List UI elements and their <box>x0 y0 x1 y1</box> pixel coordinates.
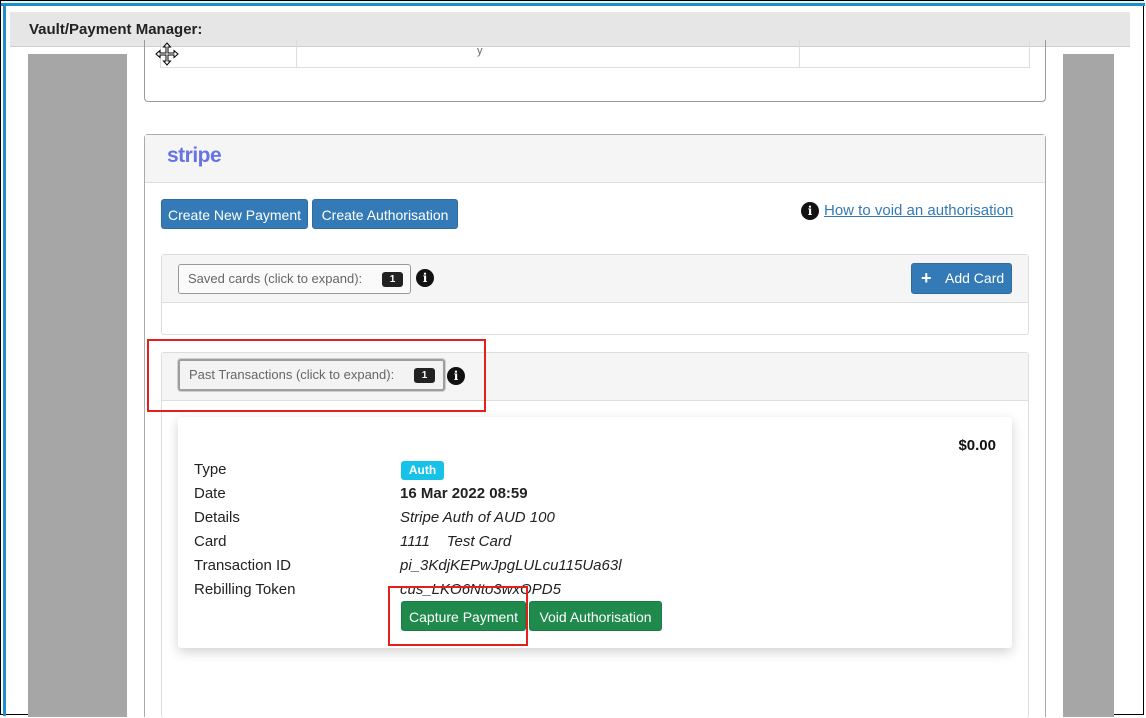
how-to-void-link[interactable]: How to void an authorisation <box>824 202 1013 219</box>
truncated-text: y <box>477 45 483 57</box>
saved-cards-header: Saved cards (click to expand): 1 i + Add… <box>162 255 1028 303</box>
past-transactions-count-badge: 1 <box>414 368 435 383</box>
transaction-id-label: Transaction ID <box>194 557 291 574</box>
create-authorisation-button[interactable]: Create Authorisation <box>312 199 458 229</box>
past-transactions-label: Past Transactions (click to expand): <box>189 367 395 382</box>
table-cell <box>296 40 800 67</box>
dialog-title: Vault/Payment Manager: <box>29 21 203 38</box>
past-transactions-panel: Past Transactions (click to expand): 1 i… <box>161 352 1029 718</box>
card-value: 1111 Test Card <box>400 533 512 550</box>
transaction-card: $0.00 Type Auth Date 16 Mar 2022 08:59 D… <box>178 417 1012 648</box>
card-label: Card <box>194 533 227 550</box>
capture-payment-button[interactable]: Capture Payment <box>401 601 526 631</box>
add-card-button[interactable]: + Add Card <box>911 263 1012 294</box>
move-cursor-icon <box>155 42 179 66</box>
details-value: Stripe Auth of AUD 100 <box>400 509 555 526</box>
saved-cards-count-badge: 1 <box>382 272 403 287</box>
saved-cards-label: Saved cards (click to expand): <box>188 271 363 286</box>
type-label: Type <box>194 461 227 478</box>
window-left-accent <box>3 6 6 716</box>
date-label: Date <box>194 485 226 502</box>
stripe-logo: stripe <box>167 144 222 167</box>
plus-icon: + <box>921 268 932 288</box>
past-transactions-header: Past Transactions (click to expand): 1 i <box>162 353 1028 401</box>
rebilling-token-label: Rebilling Token <box>194 581 296 598</box>
saved-cards-panel: Saved cards (click to expand): 1 i + Add… <box>161 254 1029 335</box>
info-circle-icon[interactable]: i <box>447 367 465 385</box>
info-circle-icon[interactable]: i <box>416 269 434 287</box>
saved-cards-toggle[interactable]: Saved cards (click to expand): 1 <box>178 264 411 294</box>
stripe-panel: stripe Create New Payment Create Authori… <box>144 134 1046 718</box>
previous-table: y <box>160 40 1030 68</box>
stripe-panel-header: stripe <box>145 135 1045 183</box>
past-transactions-toggle[interactable]: Past Transactions (click to expand): 1 <box>178 359 445 391</box>
date-value: 16 Mar 2022 08:59 <box>400 485 528 502</box>
rebilling-token-value: cus_LKO6Nto3wxOPD5 <box>400 581 561 598</box>
create-new-payment-button[interactable]: Create New Payment <box>161 199 308 229</box>
table-cell <box>161 40 297 67</box>
window-top-accent <box>1 1 1145 6</box>
void-authorisation-button[interactable]: Void Authorisation <box>529 601 662 631</box>
details-label: Details <box>194 509 240 526</box>
add-card-label: Add Card <box>945 270 1005 286</box>
info-circle-icon: i <box>801 202 819 220</box>
previous-panel: y <box>144 40 1046 102</box>
transaction-amount: $0.00 <box>958 437 996 454</box>
auth-type-badge: Auth <box>401 461 444 480</box>
transaction-id-value: pi_3KdjKEPwJpgLULcu115Ua63l <box>400 557 622 574</box>
